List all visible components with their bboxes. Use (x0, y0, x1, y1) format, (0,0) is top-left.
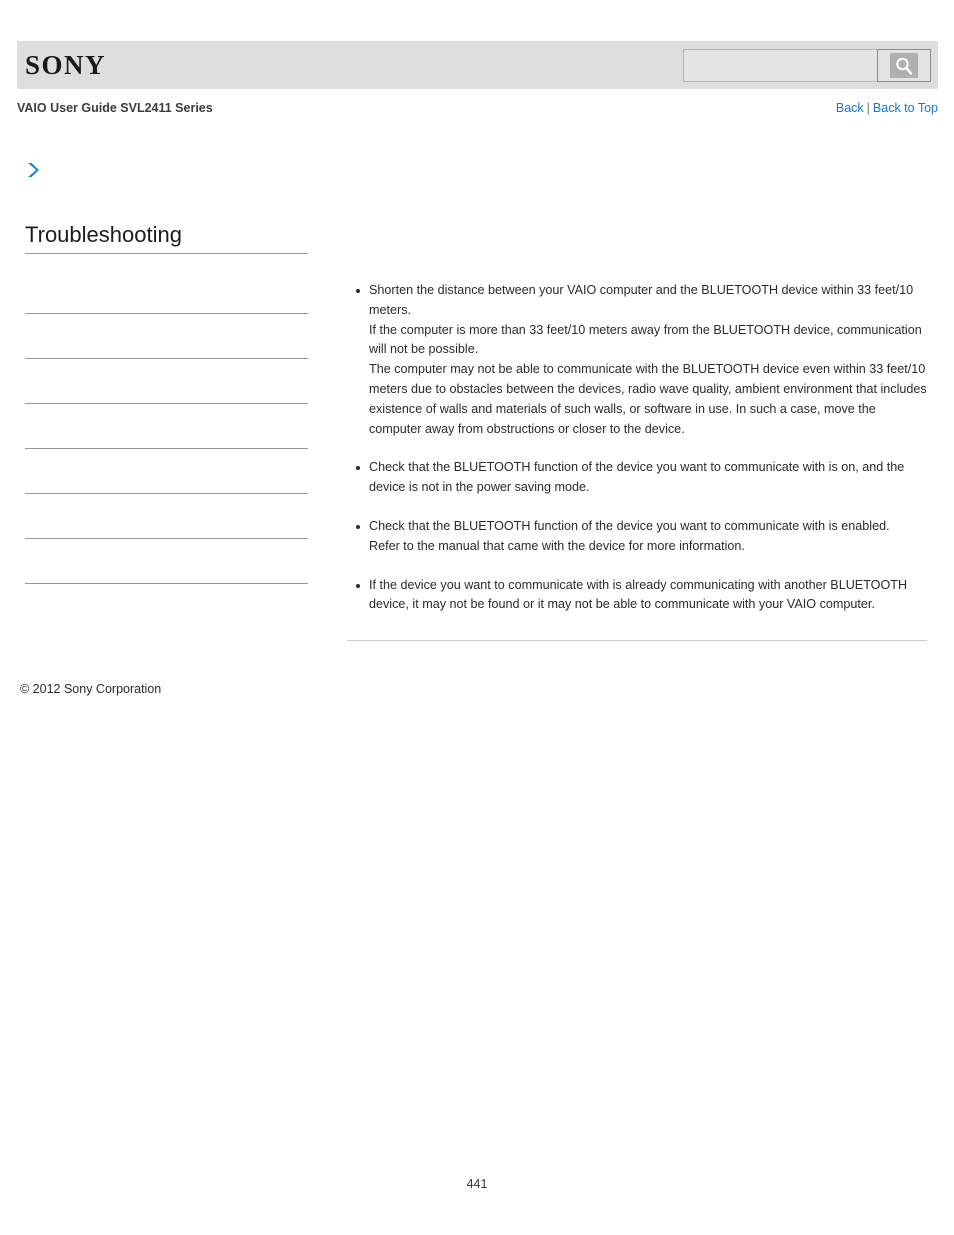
sony-logo: SONY (25, 50, 107, 80)
list-item: Check that the BLUETOOTH function of the… (347, 458, 927, 498)
tip-line: If the computer is more than 33 feet/10 … (369, 322, 922, 357)
guide-title: VAIO User Guide SVL2411 Series (17, 101, 213, 115)
search-button[interactable] (877, 49, 931, 82)
chevron-right-icon[interactable] (25, 160, 41, 180)
list-item: Shorten the distance between your VAIO c… (347, 281, 927, 439)
tip-line: Check that the BLUETOOTH function of the… (369, 518, 890, 533)
subheader: VAIO User Guide SVL2411 Series Back | Back… (17, 101, 938, 121)
site-header: SONY (17, 41, 938, 89)
search-icon (890, 53, 918, 78)
page-number: 441 (466, 1177, 488, 1191)
list-item: If the device you want to communicate wi… (347, 576, 927, 616)
tip-line: The computer may not be able to communic… (369, 362, 927, 436)
sidebar-item-3[interactable] (25, 359, 308, 404)
sidebar: Troubleshooting (25, 160, 308, 584)
sidebar-item-4[interactable] (25, 404, 308, 449)
list-item: Check that the BLUETOOTH function of the… (347, 517, 927, 557)
sidebar-item-5[interactable] (25, 449, 308, 494)
copyright-notice: © 2012 Sony Corporation (20, 682, 162, 696)
page-title: Troubleshooting (25, 222, 308, 254)
tip-line: Refer to the manual that came with the d… (369, 538, 745, 553)
main-content: Shorten the distance between your VAIO c… (347, 281, 927, 642)
sidebar-item-1[interactable] (25, 269, 308, 314)
link-separator: | (866, 101, 870, 115)
header-nav-links: Back | Back to Top (836, 101, 938, 115)
search-input[interactable] (683, 49, 877, 82)
sidebar-item-6[interactable] (25, 494, 308, 539)
back-link[interactable]: Back (836, 101, 864, 115)
sidebar-item-7[interactable] (25, 539, 308, 584)
tip-line: If the device you want to communicate wi… (369, 577, 908, 612)
search-form (683, 49, 931, 82)
sidebar-item-2[interactable] (25, 314, 308, 359)
troubleshooting-tip-list: Shorten the distance between your VAIO c… (347, 281, 927, 615)
back-to-top-link[interactable]: Back to Top (873, 101, 938, 115)
tip-line: Check that the BLUETOOTH function of the… (369, 460, 905, 495)
content-divider (347, 640, 927, 642)
tip-line: Shorten the distance between your VAIO c… (369, 283, 914, 317)
